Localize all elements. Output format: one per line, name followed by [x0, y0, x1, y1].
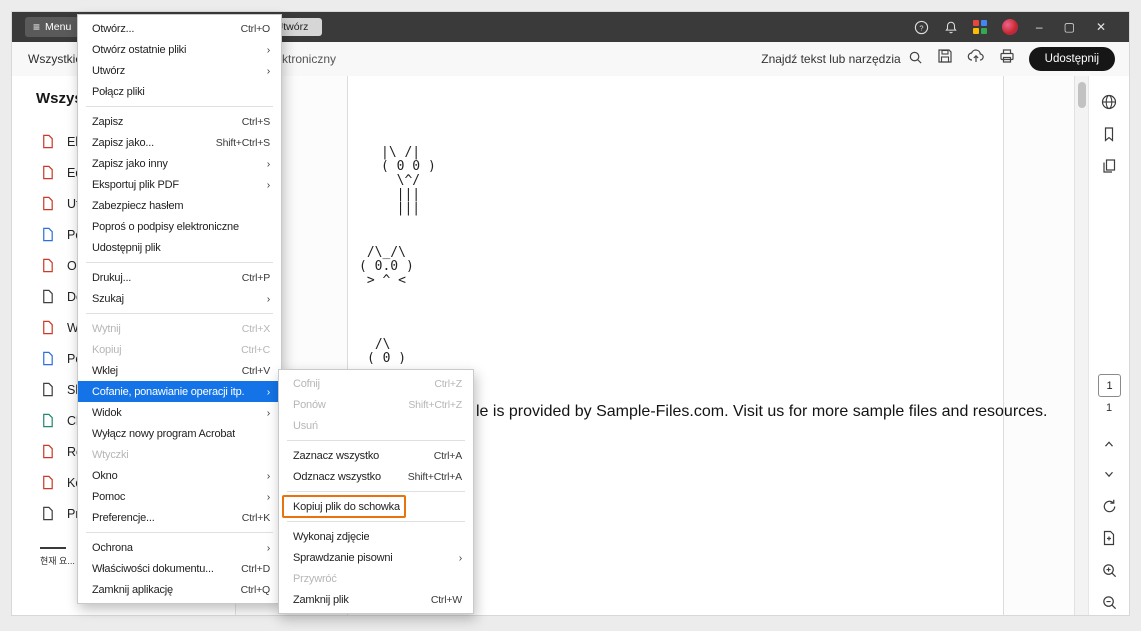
cloud-upload-icon[interactable]: [967, 48, 985, 69]
menu-item-copy: Kopiuj Ctrl+C: [92, 343, 270, 356]
sidebar-divider: [40, 547, 66, 549]
page-thumbnails-icon[interactable]: [1089, 154, 1129, 178]
help-icon[interactable]: ?: [914, 20, 929, 35]
tab-all-tools[interactable]: Wszystkie: [28, 42, 82, 75]
close-button[interactable]: ✕: [1093, 21, 1109, 33]
ascii-art-figure-1: |\ /| ( 0 0 ) \^/ ||| |||: [381, 145, 436, 216]
scrollbar-thumb[interactable]: [1078, 82, 1086, 108]
menu-button[interactable]: ≡ Menu: [25, 17, 80, 37]
tab-truncated[interactable]: ktroniczny: [282, 42, 336, 75]
menu-separator: [86, 106, 273, 107]
menu-separator: [287, 491, 465, 492]
submenu-item-revert: Przywróć: [293, 572, 337, 585]
menu-item-share-file[interactable]: Udostępnij plik: [78, 237, 281, 258]
menu-separator: [86, 262, 273, 263]
menu-item-paste[interactable]: Wklej Ctrl+V: [78, 360, 281, 381]
menu-item-combine-files[interactable]: Połącz pliki: [78, 81, 281, 102]
notifications-bell-icon[interactable]: [944, 20, 958, 35]
sidebar-footer-text: 현재 요...: [40, 556, 75, 566]
menu-item-document-properties[interactable]: Właściwości dokumentu... Ctrl+D: [78, 558, 281, 579]
menu-item-protection[interactable]: Ochrona ›: [78, 537, 281, 558]
menu-item-view[interactable]: Widok ›: [78, 402, 281, 423]
submenu-item-select-all[interactable]: Zaznacz wszystko Ctrl+A: [279, 445, 473, 466]
menu-item-save[interactable]: Zapisz Ctrl+S: [78, 111, 281, 132]
chevron-up-icon[interactable]: [1089, 432, 1129, 456]
chevron-down-icon[interactable]: [1089, 462, 1129, 486]
submenu-item-take-snapshot[interactable]: Wykonaj zdjęcie: [279, 526, 473, 547]
print-icon[interactable]: [999, 48, 1015, 69]
menu-item-request-signatures[interactable]: Poproś o podpisy elektroniczne: [78, 216, 281, 237]
menu-separator: [287, 521, 465, 522]
hamburger-icon: ≡: [33, 20, 41, 34]
maximize-button[interactable]: ▢: [1061, 21, 1078, 33]
submenu-item-check-spelling[interactable]: Sprawdzanie pisowni ›: [279, 547, 473, 568]
menu-item-disable-new-acrobat[interactable]: Wyłącz nowy program Acrobat: [78, 423, 281, 444]
menu-button-label: Menu: [45, 21, 72, 33]
menu-item-window[interactable]: Okno ›: [78, 465, 281, 486]
bookmark-icon[interactable]: [1089, 122, 1129, 146]
submenu-item-close-file[interactable]: Zamknij plik Ctrl+W: [279, 589, 473, 610]
search-icon: [908, 50, 923, 68]
file-menu: Otwórz... Ctrl+O Otwórz ostatnie pliki › U…: [77, 14, 282, 604]
menu-item-open-recent[interactable]: Otwórz ostatnie pliki ›: [78, 39, 281, 60]
rotate-icon[interactable]: [1089, 494, 1129, 518]
page-number-box[interactable]: 1: [1098, 374, 1121, 397]
menu-item-plugins: Wtyczki: [92, 448, 129, 461]
search-field[interactable]: Znajdź tekst lub narzędzia: [761, 50, 922, 68]
menu-item-cut: Wytnij Ctrl+X: [92, 322, 270, 335]
menu-item-save-as[interactable]: Zapisz jako... Shift+Ctrl+S: [78, 132, 281, 153]
export-page-icon[interactable]: [1089, 526, 1129, 550]
submenu-item-undo: Cofnij Ctrl+Z: [293, 377, 462, 390]
avatar[interactable]: [1001, 19, 1018, 35]
zoom-in-icon[interactable]: [1089, 558, 1129, 582]
menu-item-export-pdf[interactable]: Eksportuj plik PDF ›: [78, 174, 281, 195]
submenu-item-copy-file-to-clipboard[interactable]: Kopiuj plik do schowka: [279, 495, 473, 518]
document-text: le is provided by Sample-Files.com. Visi…: [476, 403, 1048, 420]
search-label: Znajdź tekst lub narzędzia: [761, 51, 901, 66]
menu-item-undo-redo-more[interactable]: Cofanie, ponawianie operacji itp. ›: [78, 381, 281, 402]
vertical-scrollbar[interactable]: [1074, 76, 1089, 615]
submenu-item-deselect-all[interactable]: Odznacz wszystko Shift+Ctrl+A: [279, 466, 473, 487]
page-total: 1: [1105, 402, 1113, 414]
minimize-button[interactable]: –: [1033, 21, 1046, 33]
submenu-item-redo: Ponów Shift+Ctrl+Z: [293, 398, 462, 411]
menu-item-print[interactable]: Drukuj... Ctrl+P: [78, 267, 281, 288]
menu-separator: [86, 313, 273, 314]
right-tools-panel: 1 1: [1088, 76, 1129, 615]
svg-text:?: ?: [919, 23, 923, 32]
menu-item-protect-password[interactable]: Zabezpiecz hasłem: [78, 195, 281, 216]
menu-item-open[interactable]: Otwórz... Ctrl+O: [78, 18, 281, 39]
menu-item-create[interactable]: Utwórz ›: [78, 60, 281, 81]
menu-item-preferences[interactable]: Preferencje... Ctrl+K: [78, 507, 281, 528]
menu-item-quit-application[interactable]: Zamknij aplikację Ctrl+Q: [78, 579, 281, 600]
menu-separator: [287, 440, 465, 441]
undo-redo-submenu: Cofnij Ctrl+Z Ponów Shift+Ctrl+Z Usuń Zazn…: [278, 369, 474, 614]
menu-item-save-as-other[interactable]: Zapisz jako inny ›: [78, 153, 281, 174]
apps-grid-icon[interactable]: [972, 20, 987, 34]
menu-item-search[interactable]: Szukaj ›: [78, 288, 281, 309]
share-button[interactable]: Udostępnij: [1028, 46, 1115, 71]
web-icon[interactable]: [1089, 90, 1129, 114]
menu-separator: [86, 532, 273, 533]
ascii-art-figure-3: /\ ( 0 ): [367, 337, 407, 366]
ascii-art-figure-2: /\_/\ ( 0.0 ) > ^ <: [359, 245, 414, 288]
submenu-item-delete: Usuń: [293, 419, 318, 432]
zoom-out-icon[interactable]: [1089, 590, 1129, 614]
menu-item-help[interactable]: Pomoc ›: [78, 486, 281, 507]
save-icon[interactable]: [937, 48, 953, 69]
